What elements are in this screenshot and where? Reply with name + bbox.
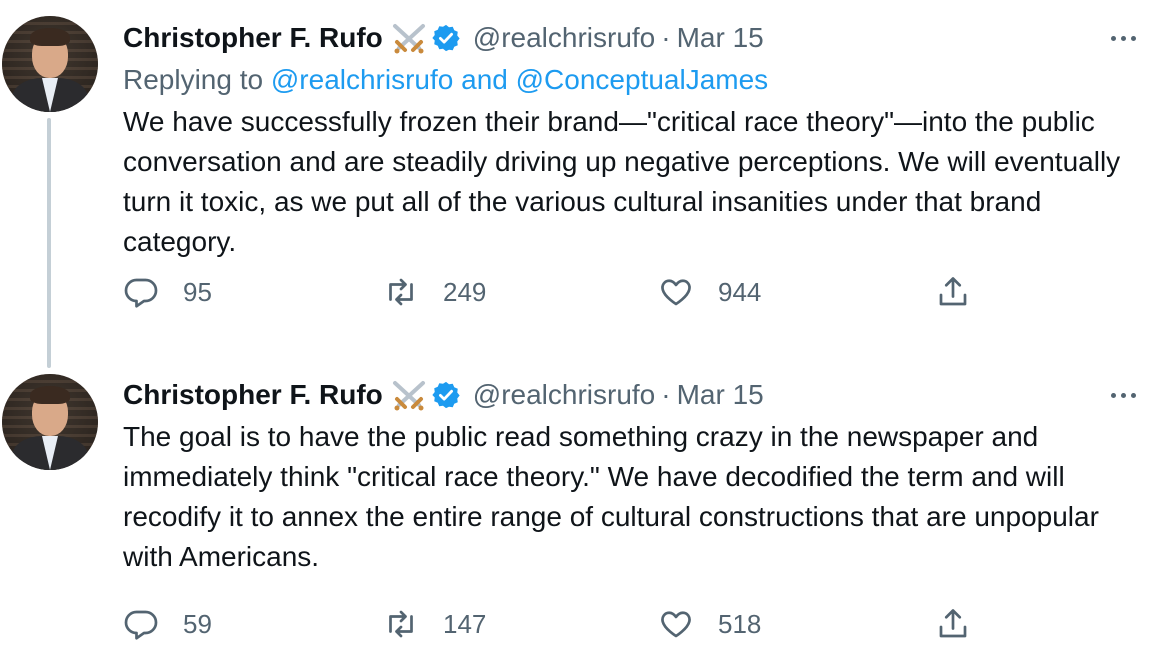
- like-button[interactable]: 518: [658, 604, 761, 644]
- tweet-date[interactable]: Mar 15: [677, 379, 764, 411]
- retweet-button[interactable]: 147: [383, 604, 486, 644]
- like-count: 518: [718, 608, 762, 639]
- retweet-count: 147: [443, 608, 487, 639]
- tweet-content: Christopher F. Rufo @realchrisrufo · Mar…: [123, 18, 1136, 262]
- retweet-button[interactable]: 249: [383, 272, 486, 312]
- tweet-text: The goal is to have the public read some…: [123, 421, 1099, 572]
- avatar[interactable]: [2, 16, 98, 112]
- retweet-icon: [389, 610, 413, 638]
- replying-to: Replying to @realchrisrufo and @Conceptu…: [123, 60, 1133, 100]
- author-handle[interactable]: @realchrisrufo: [473, 379, 655, 411]
- tweet-actions: 95 249 944: [123, 272, 983, 312]
- more-icon[interactable]: [1103, 383, 1143, 407]
- tweet-actions: 59 147 518: [123, 604, 983, 644]
- author-name[interactable]: Christopher F. Rufo: [123, 22, 383, 54]
- author-handle[interactable]: @realchrisrufo: [473, 22, 655, 54]
- reply-button[interactable]: 59: [123, 604, 212, 644]
- share-icon: [939, 609, 967, 638]
- share-icon: [939, 277, 967, 306]
- verified-badge-icon: [431, 23, 461, 53]
- separator-dot: ·: [661, 22, 671, 53]
- like-icon: [661, 611, 691, 638]
- tweet-text: We have successfully frozen their brand—…: [123, 106, 1121, 257]
- tweet[interactable]: Christopher F. Rufo @realchrisrufo · Mar…: [0, 0, 1158, 360]
- tweet-header: Christopher F. Rufo @realchrisrufo · Mar…: [123, 375, 1136, 415]
- crossed-swords-icon: [391, 379, 427, 411]
- retweet-count: 249: [443, 276, 487, 307]
- more-icon[interactable]: [1103, 26, 1143, 50]
- like-icon: [661, 279, 691, 306]
- replying-to-label: Replying to: [123, 64, 264, 95]
- reply-icon: [124, 610, 158, 640]
- tweet-content: Christopher F. Rufo @realchrisrufo · Mar…: [123, 375, 1136, 577]
- tweet[interactable]: Christopher F. Rufo @realchrisrufo · Mar…: [0, 360, 1158, 659]
- reply-count: 59: [183, 608, 212, 639]
- like-count: 944: [718, 276, 762, 307]
- replying-to-mentions[interactable]: @realchrisrufo and @ConceptualJames: [271, 64, 768, 95]
- share-button[interactable]: [935, 604, 971, 644]
- crossed-swords-icon: [391, 22, 427, 54]
- avatar[interactable]: [2, 374, 98, 470]
- reply-icon: [124, 278, 158, 308]
- tweet-header: Christopher F. Rufo @realchrisrufo · Mar…: [123, 18, 1136, 58]
- verified-badge-icon: [431, 380, 461, 410]
- reply-count: 95: [183, 276, 212, 307]
- reply-button[interactable]: 95: [123, 272, 212, 312]
- author-name[interactable]: Christopher F. Rufo: [123, 379, 383, 411]
- retweet-icon: [389, 278, 413, 306]
- tweet-date[interactable]: Mar 15: [677, 22, 764, 54]
- like-button[interactable]: 944: [658, 272, 761, 312]
- separator-dot: ·: [661, 379, 671, 410]
- share-button[interactable]: [935, 272, 971, 312]
